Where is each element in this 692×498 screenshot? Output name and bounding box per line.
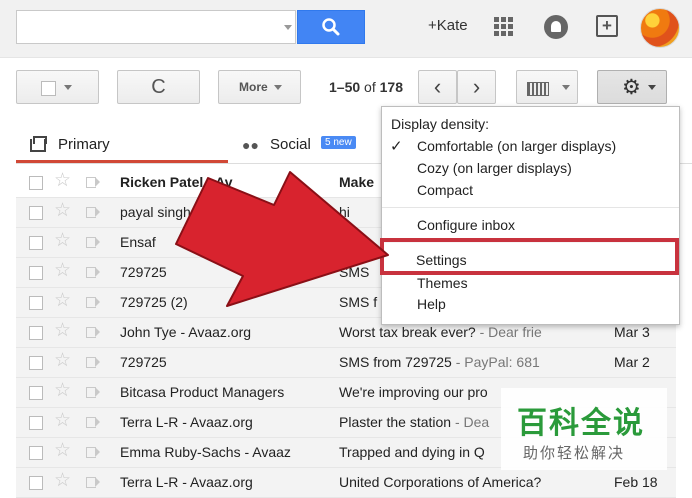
red-arrow-icon [175, 171, 389, 307]
watermark: 百科全说 助你轻松解决 [501, 388, 667, 470]
watermark-subtitle: 助你轻松解决 [523, 445, 626, 462]
watermark-title: 百科全说 [517, 407, 645, 440]
